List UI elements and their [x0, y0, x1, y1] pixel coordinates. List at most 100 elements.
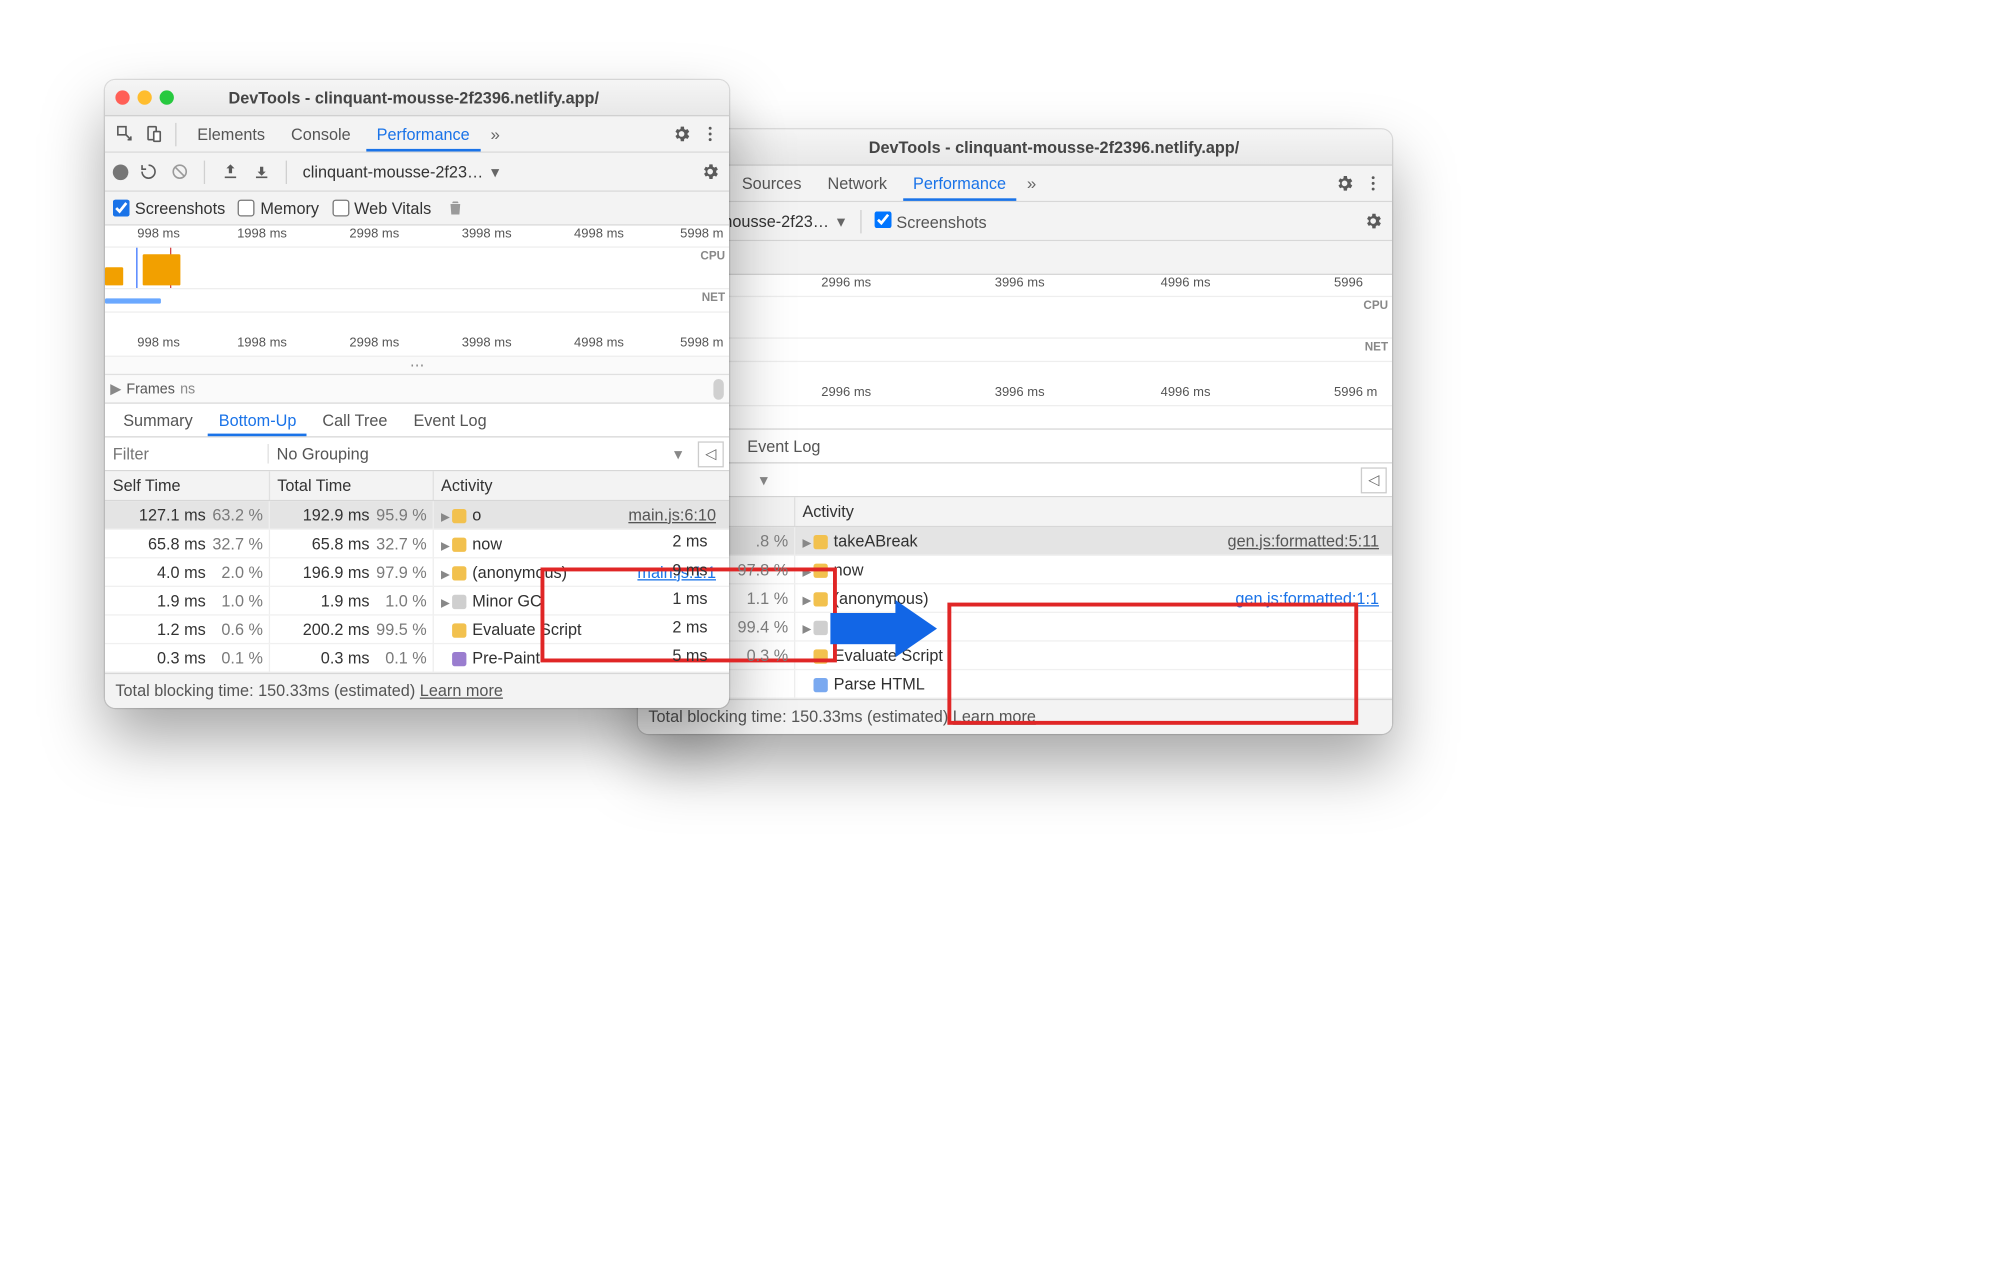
activity-label: Minor GC [472, 592, 542, 610]
tab-bottomup[interactable]: Bottom-Up [208, 404, 306, 435]
clear-icon[interactable] [167, 160, 190, 183]
screenshots-checkbox[interactable]: Screenshots [113, 199, 225, 217]
category-swatch [813, 678, 827, 692]
table-row[interactable]: 2 ms.8 %▶takeABreakgen.js:formatted:5:11 [638, 527, 1392, 556]
table-row[interactable]: 4.0 ms2.0 %196.9 ms97.9 %▶(anonymous)mai… [105, 558, 729, 587]
gear-icon[interactable] [1361, 209, 1384, 232]
time-cell: 0.3 ms0.1 % [105, 644, 269, 673]
table-row[interactable]: 1 ms1.1 %▶(anonymous)gen.js:formatted:1:… [638, 584, 1392, 613]
col-total[interactable]: Total Time [269, 471, 433, 500]
download-icon[interactable] [249, 160, 272, 183]
time-cell: 4.0 ms2.0 % [105, 558, 269, 587]
table-row[interactable]: 0.3 ms0.1 %0.3 ms0.1 %Pre-Paint [105, 644, 729, 673]
memory-checkbox[interactable]: Memory [238, 199, 319, 217]
screenshots-checkbox[interactable]: Screenshots [875, 211, 987, 232]
activity-label: now [834, 560, 864, 578]
titlebar[interactable]: DevTools - clinquant-mousse-2f2396.netli… [638, 129, 1392, 165]
tab-calltree[interactable]: Call Tree [312, 405, 398, 435]
category-swatch [813, 535, 827, 549]
tab-network[interactable]: Network [817, 167, 897, 200]
scroll-handle[interactable] [713, 379, 723, 400]
ruler-bottom: ms 2996 ms 3996 ms 4996 ms 5996 m [638, 384, 1392, 405]
window-title: DevTools - clinquant-mousse-2f2396.netli… [648, 138, 1381, 156]
col-activity[interactable]: Activity [794, 497, 1392, 526]
table-row[interactable]: 1.2 ms0.6 %200.2 ms99.5 % Evaluate Script [105, 615, 729, 644]
time-cell: 0.3 ms0.1 % [269, 644, 433, 673]
net-lane: NET [105, 288, 729, 311]
site-dropdown[interactable]: clinquant-mousse-2f23… [300, 159, 502, 184]
table-row[interactable]: 5 ms0.3 %Evaluate Script [638, 641, 1392, 670]
tab-elements[interactable]: Elements [187, 118, 276, 151]
table-row[interactable]: 65.8 ms32.7 %65.8 ms32.7 %▶now [105, 529, 729, 558]
tab-sources[interactable]: Sources [731, 167, 811, 200]
time-cell: 200.2 ms99.5 % [269, 615, 433, 644]
source-link[interactable]: main.js:6:10 [628, 506, 716, 524]
activity-table: Self Time Total Time Activity 127.1 ms63… [105, 471, 729, 673]
inspect-icon[interactable] [113, 122, 136, 145]
tab-eventlog[interactable]: Event Log [737, 431, 831, 461]
table-row[interactable]: 9 ms97.8 %▶now [638, 555, 1392, 584]
category-swatch [451, 652, 465, 666]
reload-icon[interactable] [136, 160, 159, 183]
learn-more-link[interactable]: Learn more [953, 708, 1036, 726]
options-row: Screenshots Memory Web Vitals [105, 192, 729, 226]
devtools-window-back: DevTools - clinquant-mousse-2f2396.netli… [638, 129, 1392, 734]
learn-more-link[interactable]: Learn more [420, 682, 503, 700]
grouping-dropdown[interactable]: No Grouping [268, 444, 698, 464]
activity-label: Evaluate Script [472, 620, 581, 638]
tab-performance[interactable]: Performance [903, 166, 1017, 200]
tab-console[interactable]: Console [281, 118, 361, 151]
close-icon[interactable] [115, 90, 129, 104]
tab-strip: Console Sources Network Performance » [638, 166, 1392, 202]
category-swatch [813, 649, 827, 663]
gear-icon[interactable] [1332, 172, 1355, 195]
record-button[interactable] [113, 164, 129, 180]
timeline-overview[interactable]: 998 ms 1998 ms 2998 ms 3998 ms 4998 ms 5… [105, 226, 729, 404]
activity-label: o [472, 506, 481, 524]
footer: Total blocking time: 150.33ms (estimated… [105, 673, 729, 708]
titlebar[interactable]: DevTools - clinquant-mousse-2f2396.netli… [105, 80, 729, 116]
kebab-icon[interactable] [1361, 172, 1384, 195]
source-link[interactable]: gen.js:formatted:1:1 [1235, 589, 1379, 607]
filter-input[interactable] [105, 438, 268, 471]
cpu-lane: CPU [105, 246, 729, 288]
toggle-sidebar-icon[interactable]: ◁ [1361, 467, 1387, 493]
tab-performance[interactable]: Performance [366, 117, 480, 151]
table-row[interactable]: Parse HTML [638, 670, 1392, 699]
traffic-lights[interactable] [115, 90, 173, 104]
tab-eventlog[interactable]: Event Log [403, 405, 497, 435]
timeline-overview[interactable]: ms 2996 ms 3996 ms 4996 ms 5996 CPU NET … [638, 275, 1392, 430]
collapse-icon[interactable]: ⋯ [105, 356, 729, 374]
activity-cell: ▶now [794, 555, 1392, 584]
ruler-bottom: 998 ms 1998 ms 2998 ms 3998 ms 4998 ms 5… [105, 335, 729, 356]
upload-icon[interactable] [218, 160, 241, 183]
table-row[interactable]: 127.1 ms63.2 %192.9 ms95.9 %▶omain.js:6:… [105, 501, 729, 530]
category-swatch [451, 537, 465, 551]
maximize-icon[interactable] [160, 90, 174, 104]
device-icon[interactable] [141, 122, 164, 145]
toggle-sidebar-icon[interactable]: ◁ [698, 441, 724, 467]
tab-summary[interactable]: Summary [113, 405, 203, 435]
window-title: DevTools - clinquant-mousse-2f2396.netli… [187, 88, 719, 106]
webvitals-checkbox[interactable]: Web Vitals [332, 199, 431, 217]
gear-icon[interactable] [698, 160, 721, 183]
frames-row[interactable]: ▶Framesns [105, 374, 729, 403]
more-tabs-icon[interactable]: » [1022, 174, 1042, 194]
activity-cell: Parse HTML [794, 670, 1392, 699]
source-link[interactable]: gen.js:formatted:5:11 [1228, 532, 1379, 550]
table-row[interactable]: 1.9 ms1.0 %1.9 ms1.0 %▶Minor GC [105, 586, 729, 615]
comparison-arrow-icon [830, 600, 950, 657]
footer: Total blocking time: 150.33ms (estimated… [638, 699, 1392, 734]
activity-label: (anonymous) [472, 563, 567, 581]
minimize-icon[interactable] [138, 90, 152, 104]
time-cell: 1.2 ms0.6 % [105, 615, 269, 644]
cpu-lane-label: CPU [1363, 298, 1388, 311]
perf-toolbar: clinquant-mousse-2f23… [105, 153, 729, 192]
trash-icon[interactable] [444, 196, 467, 219]
table-row[interactable]: 2 ms99.4 %▶Minor GC [638, 612, 1392, 641]
col-self[interactable]: Self Time [105, 471, 269, 500]
more-tabs-icon[interactable]: » [485, 124, 505, 144]
kebab-icon[interactable] [698, 122, 721, 145]
col-activity[interactable]: Activity [433, 471, 729, 500]
gear-icon[interactable] [669, 122, 692, 145]
